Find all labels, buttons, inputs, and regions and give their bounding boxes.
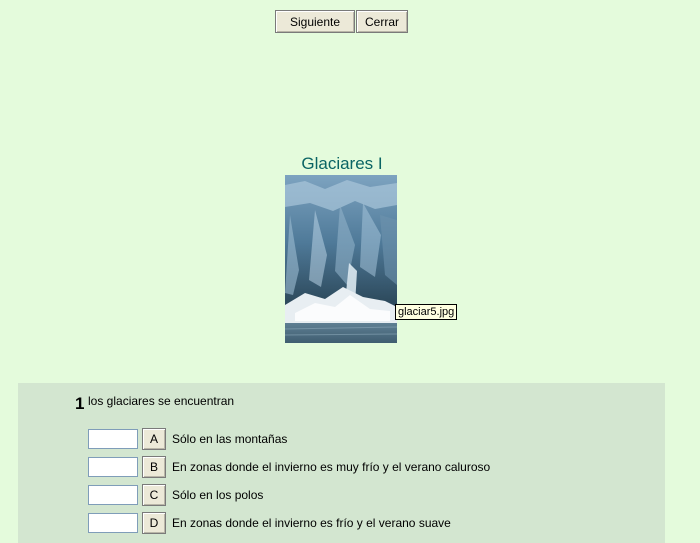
option-b-button[interactable]: B — [142, 456, 166, 478]
option-a-text: Sólo en las montañas — [172, 432, 288, 446]
option-d: D En zonas donde el invierno es frío y e… — [88, 512, 451, 534]
quiz-panel: 1 los glaciares se encuentran A Sólo en … — [18, 383, 665, 543]
option-a-button[interactable]: A — [142, 428, 166, 450]
option-a: A Sólo en las montañas — [88, 428, 287, 450]
option-c-text: Sólo en los polos — [172, 488, 264, 502]
question-number: 1 — [75, 394, 85, 413]
close-button[interactable]: Cerrar — [356, 10, 408, 33]
option-d-text: En zonas donde el invierno es frío y el … — [172, 516, 451, 530]
next-button[interactable]: Siguiente — [275, 10, 355, 33]
option-b-text: En zonas donde el invierno es muy frío y… — [172, 460, 491, 474]
option-d-button[interactable]: D — [142, 512, 166, 534]
option-c: C Sólo en los polos — [88, 484, 263, 506]
answer-input-c[interactable] — [88, 485, 138, 505]
glacier-photo — [285, 175, 397, 343]
image-tooltip: glaciar5.jpg — [395, 304, 458, 320]
question-text: los glaciares se encuentran — [88, 394, 235, 408]
answer-input-d[interactable] — [88, 513, 138, 533]
answer-input-a[interactable] — [88, 429, 138, 449]
option-c-button[interactable]: C — [142, 484, 166, 506]
answer-input-b[interactable] — [88, 457, 138, 477]
toolbar: Siguiente Cerrar — [275, 10, 408, 33]
option-b: B En zonas donde el invierno es muy frío… — [88, 456, 490, 478]
page-title: Glaciares I — [301, 154, 383, 173]
